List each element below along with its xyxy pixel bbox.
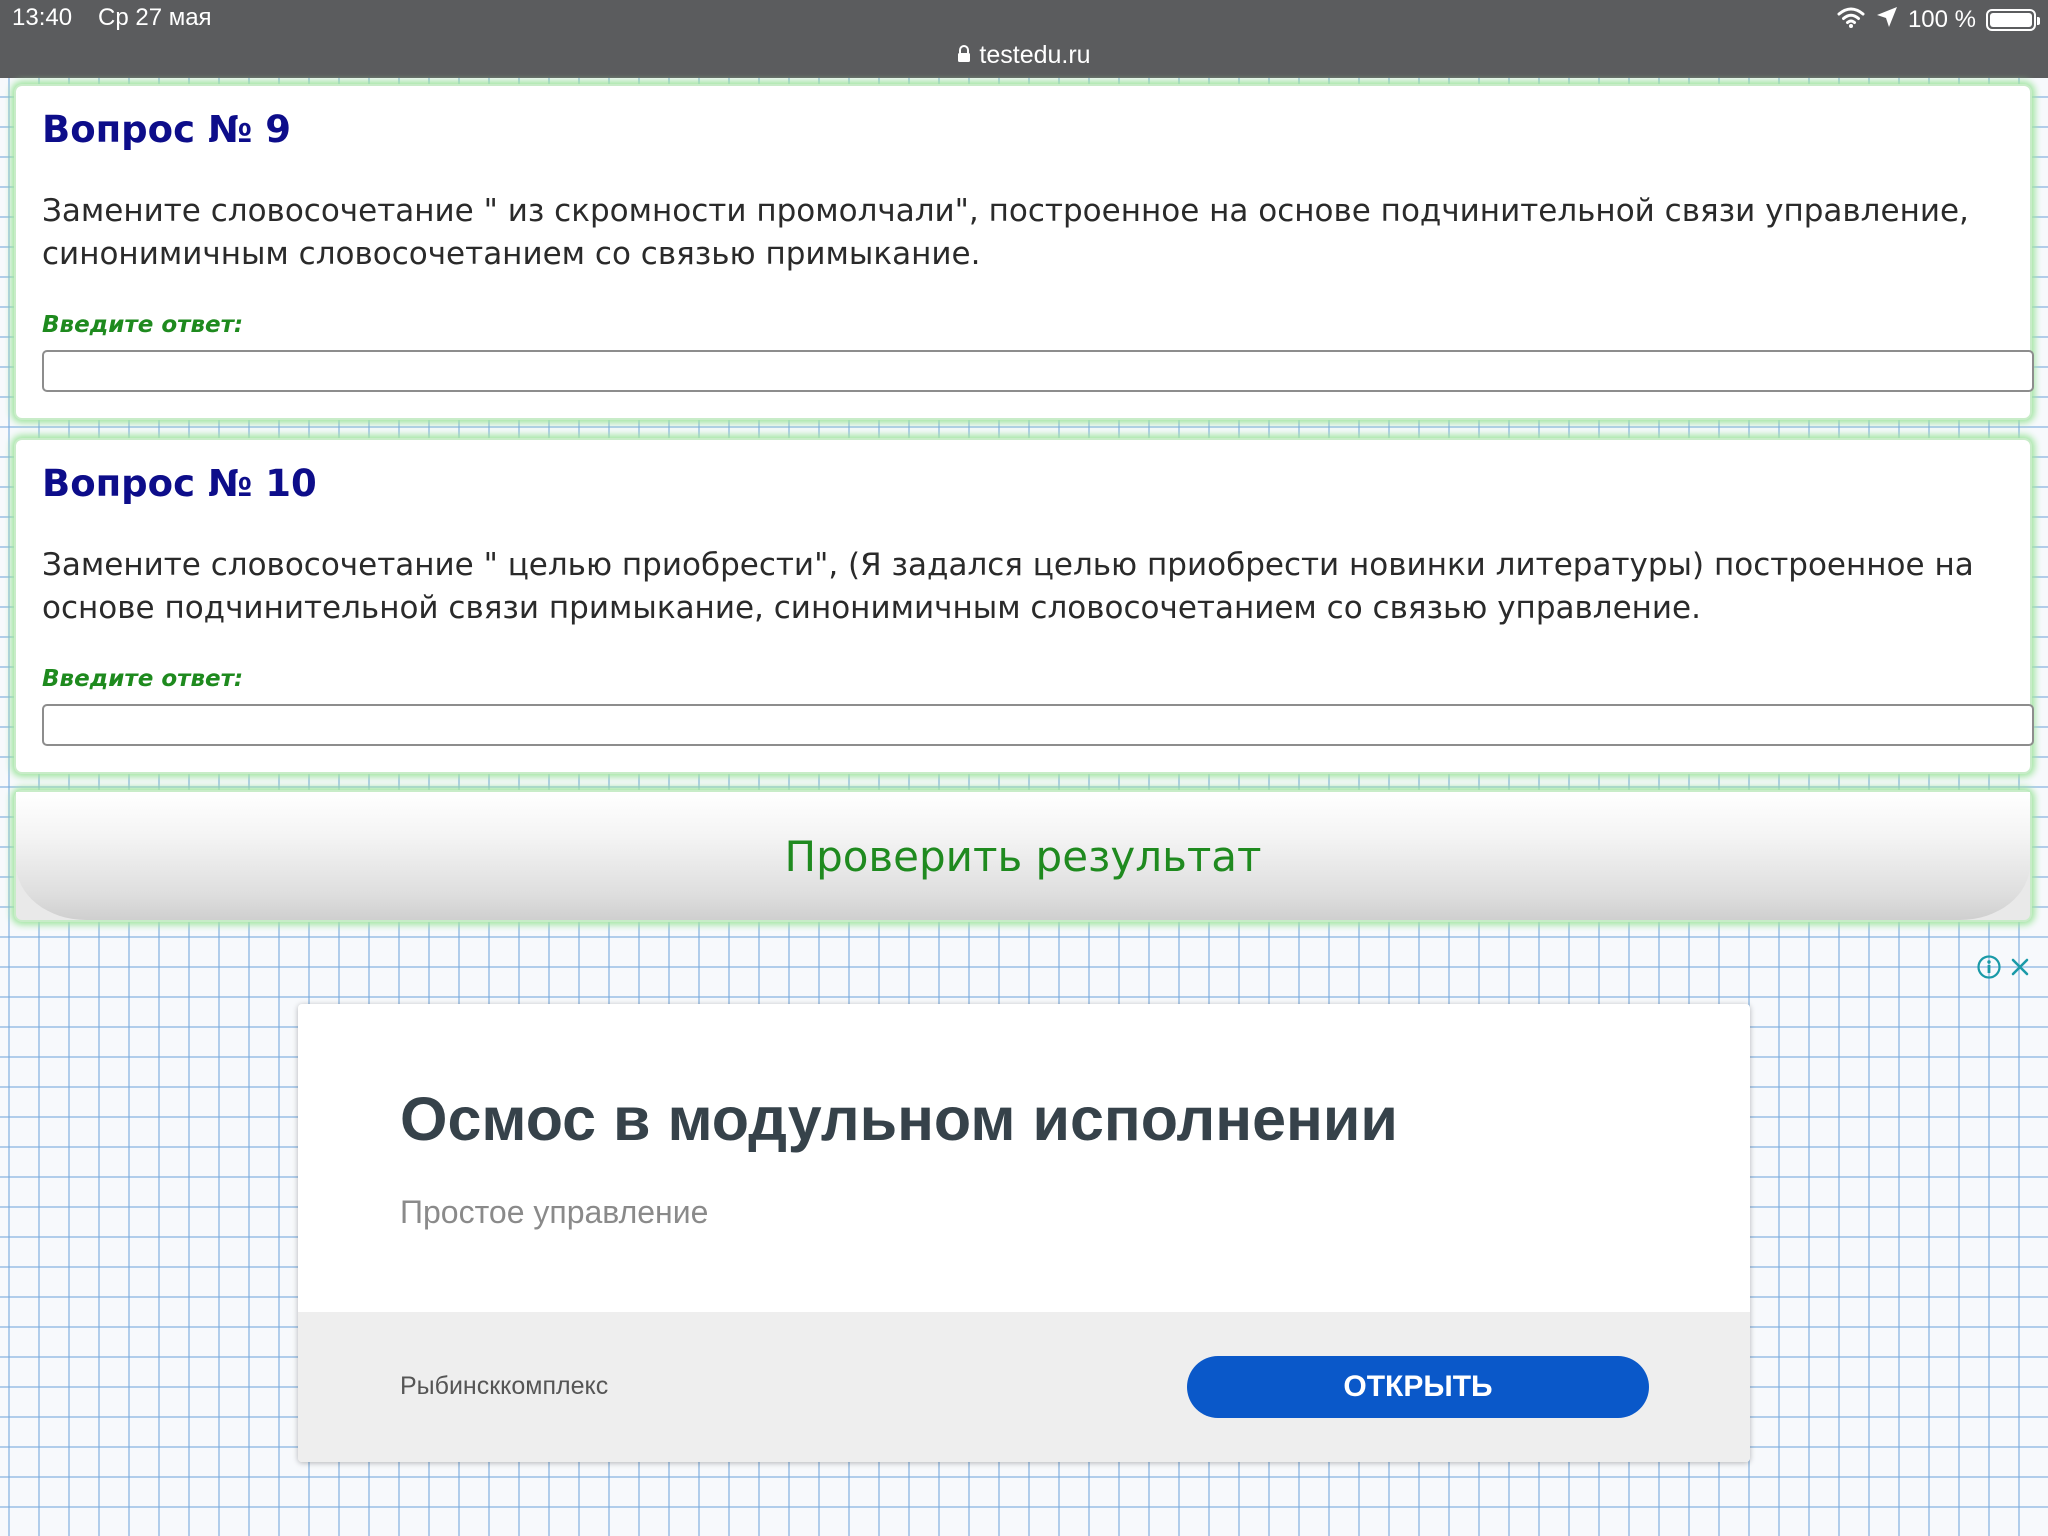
ad-subtitle: Простое управление [400,1194,709,1230]
question-card-10: Вопрос № 10 Замените словосочетание " це… [14,438,2034,774]
wifi-icon [1836,5,1866,36]
check-result-button[interactable]: Проверить результат [16,792,2030,920]
question-text: Замените словосочетание " из скромности … [42,193,1969,272]
question-card-9: Вопрос № 9 Замените словосочетание " из … [14,84,2034,420]
status-bar: 13:40 Ср 27 мая 100 % testedu.ru [0,0,2048,78]
ad-footer: Рыбинсккомплекс ОТКРЫТЬ [298,1312,1750,1462]
lock-icon [957,41,971,70]
close-icon[interactable] [2008,955,2032,983]
status-date: Ср 27 мая [98,4,212,31]
status-time: 13:40 [12,4,73,31]
question-title: Вопрос № 10 [42,462,317,505]
battery-fill [1990,13,2032,27]
ad-controls [1976,954,2032,984]
question-title: Вопрос № 9 [42,108,292,151]
question-text: Замените словосочетание " целью приобрес… [42,547,1974,626]
status-indicators: 100 % [1836,4,2040,36]
ad-open-button[interactable]: ОТКРЫТЬ [1187,1356,1649,1418]
ad-advertiser: Рыбинсккомплекс [400,1372,609,1400]
answer-input[interactable] [42,704,2034,746]
answer-input[interactable] [42,350,2034,392]
ad-title[interactable]: Осмос в модульном исполнении [400,1084,1398,1154]
location-arrow-icon [1876,6,1898,35]
answer-label: Введите ответ: [42,666,244,692]
battery-icon [1986,9,2040,31]
battery-percent: 100 % [1907,6,1976,33]
answer-label: Введите ответ: [42,312,244,338]
url-text[interactable]: testedu.ru [979,41,1090,70]
address-bar[interactable]: testedu.ru [0,38,2048,72]
info-icon[interactable] [1976,954,2002,984]
check-result-container: Проверить результат [14,790,2032,922]
ad-card[interactable]: Осмос в модульном исполнении Простое упр… [298,1004,1750,1462]
